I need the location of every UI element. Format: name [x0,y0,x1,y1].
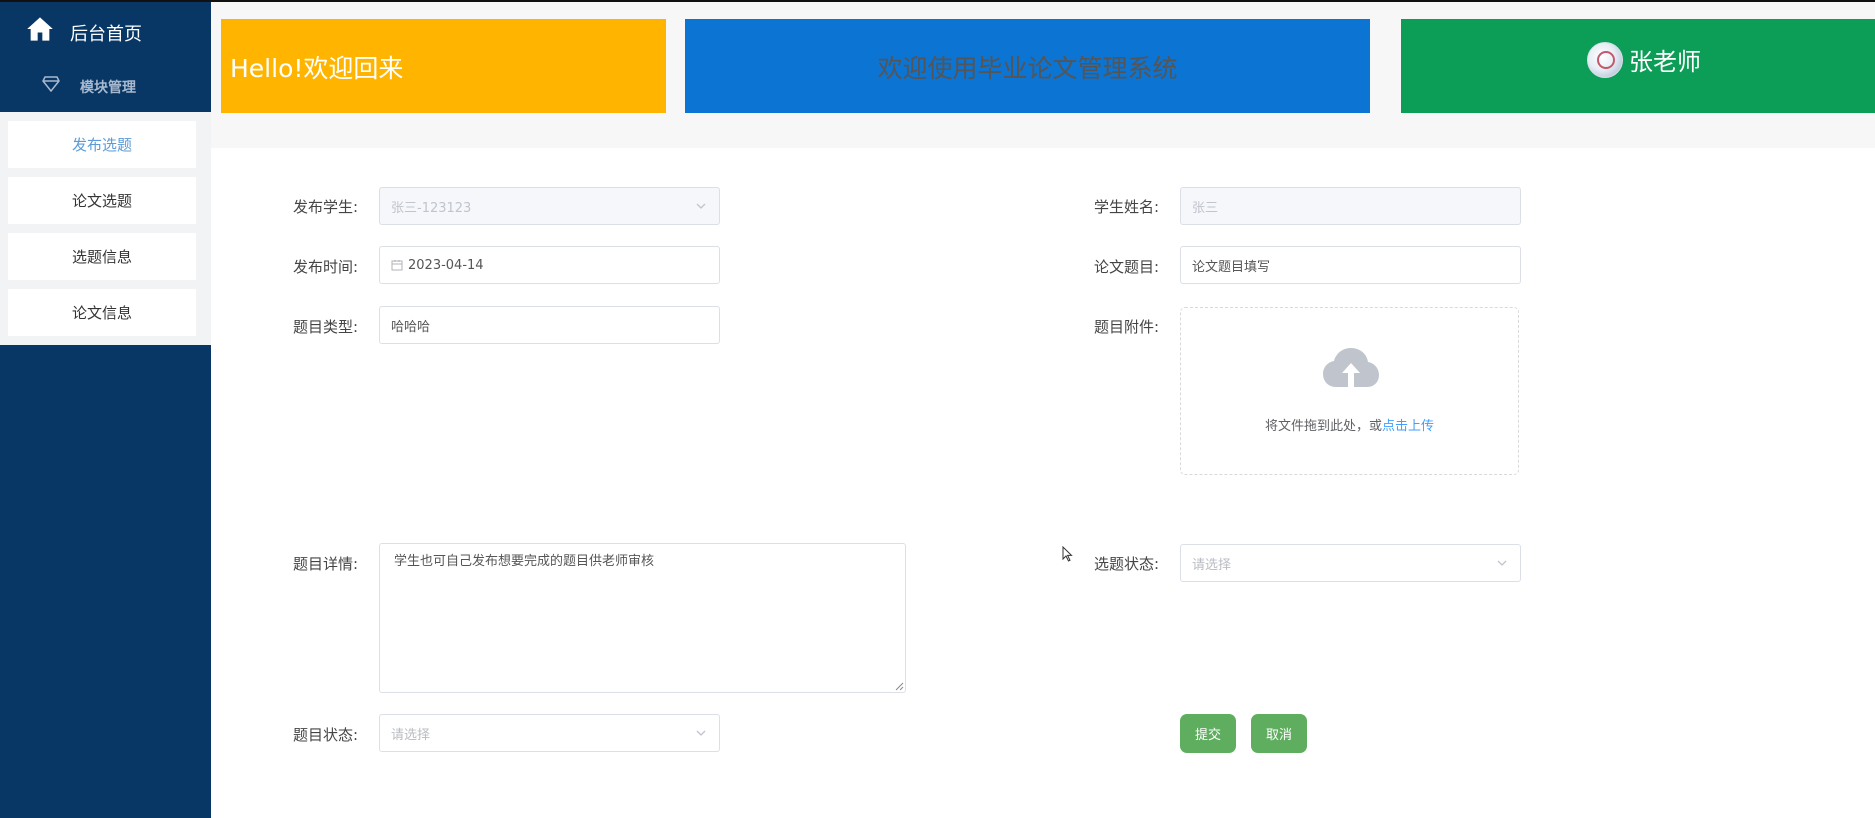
topic-detail-textarea[interactable]: 学生也可自己发布想要完成的题目供老师审核 [379,543,906,693]
greeting-text: Hello!欢迎回来 [230,54,404,83]
home-icon [27,17,53,41]
publish-time-value: 2023-04-14 [408,257,484,273]
upload-hint: 将文件拖到此处，或点击上传 [1181,415,1518,434]
resize-handle-icon[interactable] [895,682,904,691]
system-title-banner: 欢迎使用毕业论文管理系统 [685,19,1370,113]
cloud-upload-icon [1323,348,1379,387]
attachment-upload-area[interactable]: 将文件拖到此处，或点击上传 [1180,307,1519,475]
upload-link[interactable]: 点击上传 [1382,419,1434,434]
calendar-icon [391,260,403,271]
topic-detail-label: 题目详情: [292,555,358,573]
sidebar-module-label: 模块管理 [80,80,136,96]
topic-status-select[interactable]: 请选择 [379,714,720,752]
user-name[interactable]: 张老师 [1629,42,1701,77]
thesis-title-value: 论文题目填写 [1192,259,1271,275]
diamond-icon [42,76,60,92]
student-name-field[interactable]: 张三 [1180,187,1521,225]
sidebar-item-thesis-selection[interactable]: 论文选题 [8,177,196,224]
submit-button[interactable]: 提交 [1180,714,1236,753]
chevron-down-icon [696,730,706,736]
selection-status-placeholder: 请选择 [1192,557,1232,573]
student-name-label: 学生姓名: [1093,198,1159,216]
chevron-down-icon [696,203,706,209]
publish-time-label: 发布时间: [292,258,358,276]
sidebar-home-label: 后台首页 [70,24,142,45]
topic-detail-value: 学生也可自己发布想要完成的题目供老师审核 [394,554,655,569]
student-name-value: 张三 [1192,200,1219,216]
publish-student-select[interactable]: 张三-123123 [379,187,720,225]
attachment-label: 题目附件: [1093,318,1159,336]
publish-time-picker[interactable]: 2023-04-14 [379,246,720,284]
topic-status-placeholder: 请选择 [391,727,431,743]
topic-type-value: 哈哈哈 [391,319,431,335]
upload-hint-text: 将文件拖到此处，或 [1264,419,1382,434]
system-title: 欢迎使用毕业论文管理系统 [877,54,1178,83]
sidebar-module-management[interactable]: 模块管理 [0,57,211,112]
publish-student-value: 张三-123123 [391,200,472,216]
greeting-banner: Hello!欢迎回来 [221,19,666,113]
mouse-cursor-icon [1062,546,1073,562]
selection-status-select[interactable]: 请选择 [1180,544,1521,582]
sidebar-item-thesis-info[interactable]: 论文信息 [8,289,196,336]
user-banner[interactable]: 张老师 [1401,19,1875,113]
sidebar-home[interactable]: 后台首页 [0,2,211,57]
thesis-title-label: 论文题目: [1093,258,1159,276]
avatar[interactable] [1587,42,1623,78]
cancel-button[interactable]: 取消 [1251,714,1307,753]
selection-status-label: 选题状态: [1093,555,1159,573]
topic-status-label: 题目状态: [292,726,358,744]
thesis-title-input[interactable]: 论文题目填写 [1180,246,1521,284]
publish-student-label: 发布学生: [292,198,358,216]
sidebar-item-publish-topic[interactable]: 发布选题 [8,121,196,168]
chevron-down-icon [1497,560,1507,566]
sidebar-item-selection-info[interactable]: 选题信息 [8,233,196,280]
sidebar-submenu: 发布选题 论文选题 选题信息 论文信息 [0,112,211,345]
topic-type-label: 题目类型: [292,318,358,336]
sidebar: 后台首页 模块管理 发布选题 论文选题 选题信息 论文信息 [0,2,211,818]
topic-type-input[interactable]: 哈哈哈 [379,306,720,344]
